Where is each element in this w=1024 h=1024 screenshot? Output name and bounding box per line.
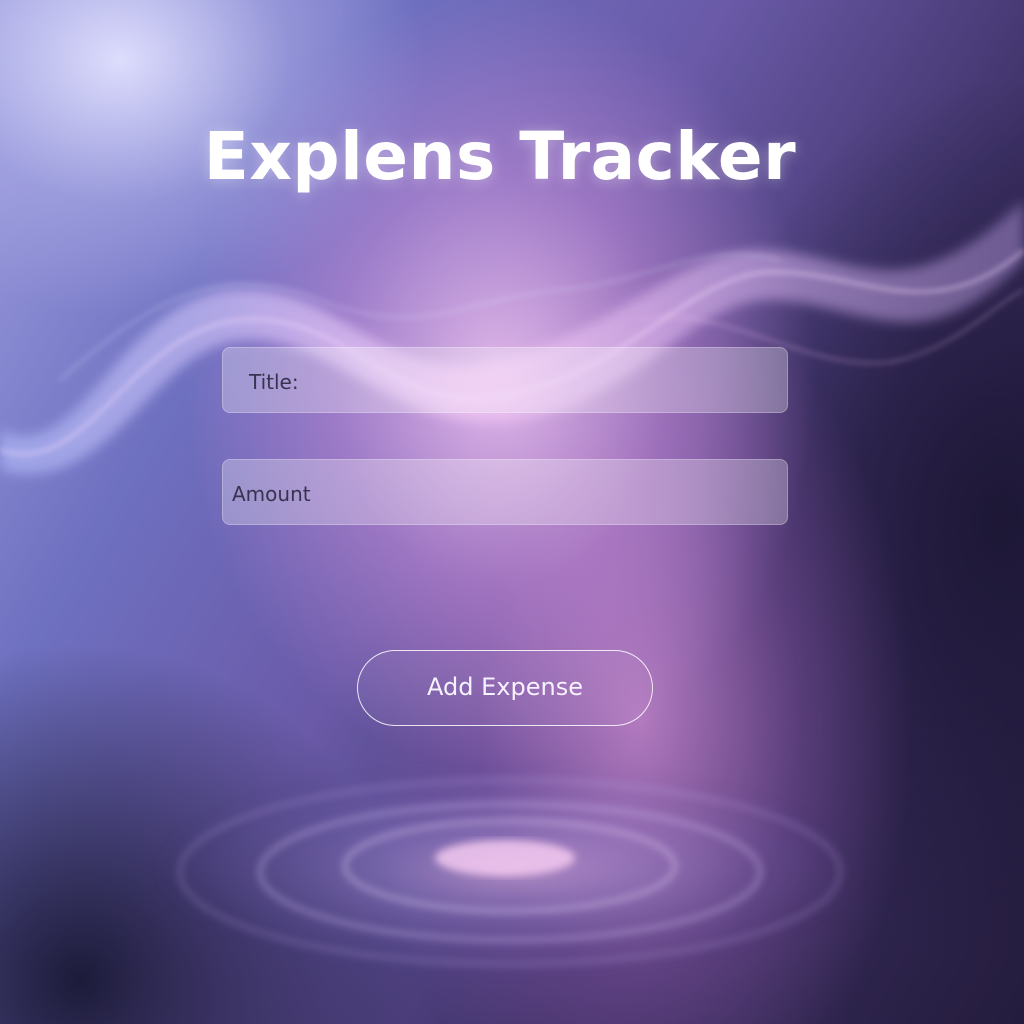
ripple-decoration (150, 760, 870, 980)
